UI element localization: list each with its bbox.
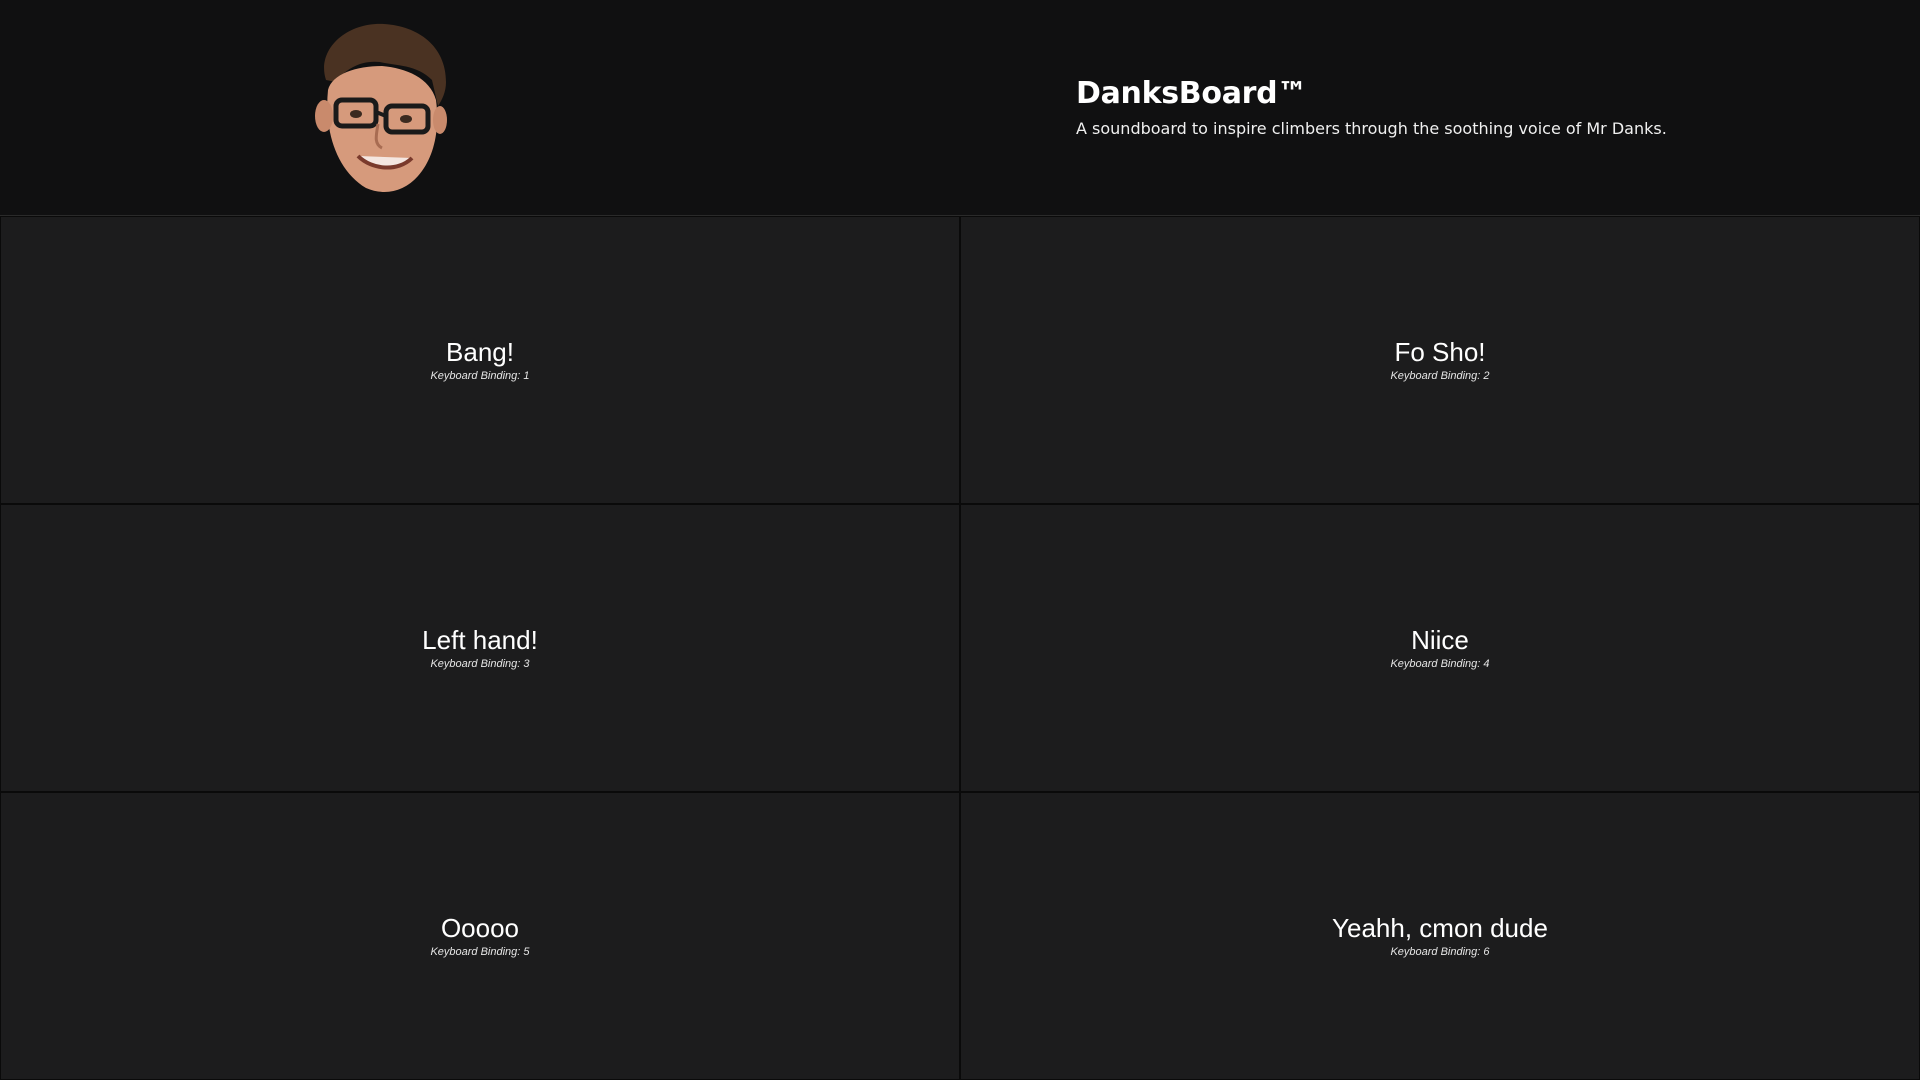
sound-button-ooooo[interactable]: Ooooo Keyboard Binding: 5	[0, 792, 960, 1080]
face-photo-icon	[315, 23, 447, 192]
keyboard-binding: Keyboard Binding: 2	[1390, 370, 1490, 382]
sound-button-yeahh-cmon-dude[interactable]: Yeahh, cmon dude Keyboard Binding: 6	[960, 792, 1920, 1080]
title-block: DanksBoard™ A soundboard to inspire clim…	[1076, 74, 1667, 140]
keyboard-binding: Keyboard Binding: 5	[430, 946, 530, 958]
keyboard-binding: Keyboard Binding: 1	[430, 370, 530, 382]
sound-label: Left hand!	[422, 625, 538, 655]
keyboard-binding: Keyboard Binding: 6	[1390, 946, 1490, 958]
sound-label: Niice	[1411, 625, 1469, 655]
keyboard-binding: Keyboard Binding: 4	[1390, 658, 1490, 670]
page-subtitle: A soundboard to inspire climbers through…	[1076, 119, 1667, 138]
sound-label: Yeahh, cmon dude	[1332, 913, 1548, 943]
sound-button-fo-sho[interactable]: Fo Sho! Keyboard Binding: 2	[960, 216, 1920, 504]
sound-button-bang[interactable]: Bang! Keyboard Binding: 1	[0, 216, 960, 504]
sound-button-niice[interactable]: Niice Keyboard Binding: 4	[960, 504, 1920, 792]
sound-label: Fo Sho!	[1394, 337, 1486, 367]
sound-label: Bang!	[446, 337, 514, 367]
keyboard-binding: Keyboard Binding: 3	[430, 658, 530, 670]
page-header: DanksBoard™ A soundboard to inspire clim…	[0, 0, 1920, 216]
sound-label: Ooooo	[440, 913, 520, 943]
soundboard-grid: Bang! Keyboard Binding: 1 Fo Sho! Keyboa…	[0, 216, 1920, 1080]
sound-button-left-hand[interactable]: Left hand! Keyboard Binding: 3	[0, 504, 960, 792]
page-title: DanksBoard™	[1076, 76, 1308, 111]
